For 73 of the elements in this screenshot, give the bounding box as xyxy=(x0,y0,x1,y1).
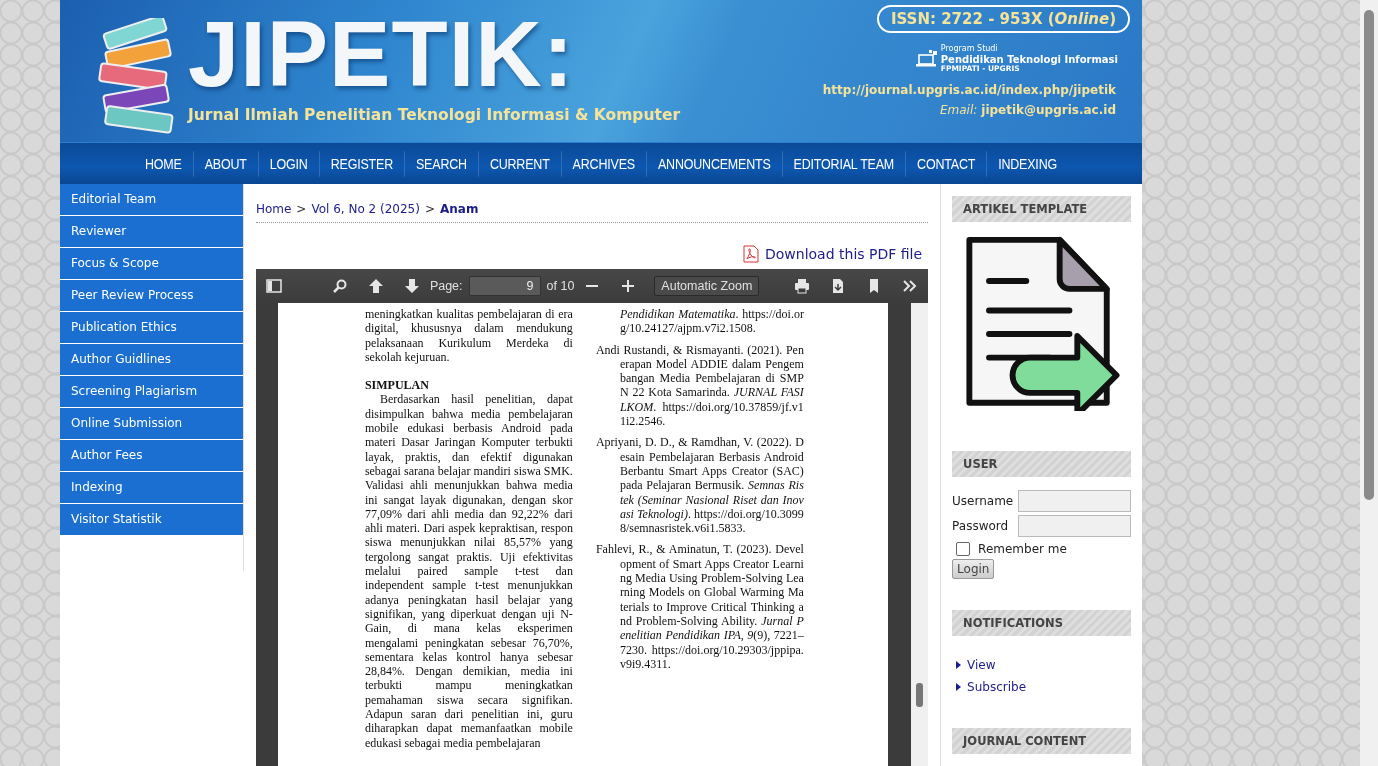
sidebar-link[interactable]: Publication Ethics xyxy=(60,312,243,344)
breadcrumb-link[interactable]: Vol 6, No 2 (2025) xyxy=(311,202,420,216)
page-label: Page: xyxy=(429,279,463,293)
breadcrumb-current: Anam xyxy=(439,202,479,216)
journal-title: JIPETIK: xyxy=(188,8,576,100)
nav-link[interactable]: HOME xyxy=(134,150,193,177)
remember-checkbox[interactable] xyxy=(956,541,971,556)
journal-url: http://journal.upgris.ac.id/index.php/jipetik xyxy=(822,83,1116,98)
breadcrumb-link[interactable]: Home xyxy=(255,202,292,216)
nav-link[interactable]: LOGIN xyxy=(257,150,319,177)
login-button[interactable]: Login xyxy=(952,558,995,579)
page-number-field[interactable]: 9 xyxy=(468,276,541,296)
notification-link[interactable]: View xyxy=(967,658,996,672)
reference-entry: Fahlevi, R., & Aminatun, T. (2023). Development of Smart Apps Creator Learning Media Using Problem-Solving Learning Models on Global Warming Materials to Improve Critical Thinking and Problem-Solving Ability. Jurnal Penelitian Pendidikan IPA, 9(9), 7221–7230. https://doi.org/10.29303/jppipa.v9i9.4311. xyxy=(595,542,804,672)
email-label: Email: xyxy=(939,103,978,118)
sidebar-link[interactable]: Visitor Statistik xyxy=(60,504,243,536)
print-icon[interactable] xyxy=(794,278,811,294)
nav-link[interactable]: INDEXING xyxy=(986,150,1068,177)
sidebar-link[interactable]: Indexing xyxy=(60,472,243,504)
arrow-up-icon[interactable] xyxy=(367,278,384,294)
nav-link[interactable]: EDITORIAL TEAM xyxy=(781,150,906,177)
breadcrumb-separator: > xyxy=(424,202,435,216)
program-name: Pendidikan Teknologi Informasi xyxy=(940,53,1118,65)
program-label: Program Studi xyxy=(940,45,999,54)
zoom-select[interactable]: Automatic Zoom xyxy=(654,276,760,296)
nav-link[interactable]: CONTACT xyxy=(905,150,987,177)
journal-subtitle: Jurnal Ilmiah Penelitian Teknologi Informasi & Komputer xyxy=(188,106,681,124)
laptop-icon xyxy=(915,50,938,68)
sidebar-link[interactable]: Online Submission xyxy=(60,408,243,440)
password-field[interactable] xyxy=(1018,514,1131,537)
sidebar-link[interactable]: Peer Review Process xyxy=(60,280,243,312)
username-field[interactable] xyxy=(1018,489,1131,512)
nav-link[interactable]: ARCHIVES xyxy=(560,150,646,177)
notification-link[interactable]: Subscribe xyxy=(967,680,1027,694)
double-chevron-icon[interactable] xyxy=(902,278,919,294)
email-address: jipetik@upgris.ac.id xyxy=(981,103,1116,118)
sidebar-link[interactable]: Focus & Scope xyxy=(60,248,243,280)
download-pdf-link[interactable]: Download this PDF file xyxy=(765,246,923,262)
page-scrollbar[interactable] xyxy=(1360,0,1378,766)
sidebar-link[interactable]: Reviewer xyxy=(60,216,243,248)
viewer-scrollbar[interactable] xyxy=(911,303,929,766)
password-label: Password xyxy=(952,518,1009,533)
zoom-in-icon[interactable] xyxy=(620,278,637,294)
block-title: NOTIFICATIONS xyxy=(952,610,1131,636)
page-total: of 10 xyxy=(546,279,575,293)
nav-link[interactable]: CURRENT xyxy=(477,150,561,177)
reference-text: Pendidikan Matematika. https://doi.org/10.24127/ajpm.v7i2.1508. xyxy=(618,307,804,336)
block-title: ARTIKEL TEMPLATE xyxy=(952,196,1131,222)
remember-label: Remember me xyxy=(978,541,1067,556)
bullet-icon xyxy=(956,661,962,669)
reference-entry: Apriyani, D. D., & Ramdhan, V. (2022). Desain Pembelajaran Berbasis Android Berbantu Smart Apps Creator (SAC) pada Pelajaran Bermusik. Semnas Ristek (Seminar Nasional Riset dan Inovasi Teknologi). https://doi.org/10.30998/semnasristek.v6i1.5833. xyxy=(595,435,804,536)
nav-link[interactable]: REGISTER xyxy=(318,150,404,177)
sidebar-link[interactable]: Author Fees xyxy=(60,440,243,472)
bullet-icon xyxy=(956,683,962,691)
reference-entry: Andi Rustandi, & Rismayanti. (2021). Penerapan Model ADDIE dalam Pengembangan Media Pembelajaran di SMPN 22 Kota Samarinda. JURNAL FASILKOM. https://doi.org/10.37859/jf.v11i2.2546. xyxy=(595,342,804,429)
sidebar-link[interactable]: Author Guidlines xyxy=(60,344,243,376)
block-title: USER xyxy=(952,450,1131,477)
nav-link[interactable]: SEARCH xyxy=(404,150,478,177)
nav-link[interactable]: ANNOUNCEMENTS xyxy=(645,150,782,177)
sidebar-link[interactable]: Editorial Team xyxy=(60,184,243,216)
sidebar-link[interactable]: Screening Plagiarism xyxy=(60,376,243,408)
search-icon[interactable] xyxy=(331,278,348,294)
section-heading: SIMPULAN xyxy=(364,378,430,393)
paragraph: Berdasarkan hasil penelitian, dapat disimpulkan bahwa media pembelajaran mobile edukasi berbasis Android pada materi Dasar Jaringan Komputer terbukti layak, praktis, dan efektif digunakan sebagai sarana belajar mandiri siswa SMK. Validasi ahli menunjukkan bahwa media ini sangat layak digunakan, dengan skor 77,09% dari ahli media dan 92,22% dari ahli materi. Dari aspek kepraktisan, respon siswa menunjukkan nilai 85,57% yang tergolong sangat praktis. Uji efektivitas melalui paired sample t-test dan independent sample t-test menunjukkan adanya peningkatan hasil belajar yang signifikan, yang diperkuat dengan uji N-Gain, di mana kelas eksperimen mengalami peningkatan sebesar 76,70%, sementara kelas kontrol hanya sebesar 28,84%. Dengan demikian, media ini terbukti mampu meningkatkan pemahaman siswa secara signifikan. Adapun saran dari penelitian ini, guru diharapkan dapat memanfaatkan mobile edukasi sebagai media pembelajaran xyxy=(364,392,573,750)
username-label: Username xyxy=(952,493,1014,508)
sidebar-toggle-icon[interactable] xyxy=(265,278,282,294)
issn-badge: ISSN: 2722 - 953X (Online) xyxy=(876,5,1130,33)
pdf-icon xyxy=(743,245,759,263)
block-title: JOURNAL CONTENT xyxy=(952,728,1131,754)
arrow-down-icon[interactable] xyxy=(403,278,420,294)
breadcrumb-separator: > xyxy=(296,202,307,216)
nav-link[interactable]: ABOUT xyxy=(192,150,258,177)
paragraph: meningkatkan kualitas pembelajaran di era digital, khususnya dalam mendukung pelaksanaan Kurikulum Merdeka di sekolah kejuruan. xyxy=(364,307,573,365)
